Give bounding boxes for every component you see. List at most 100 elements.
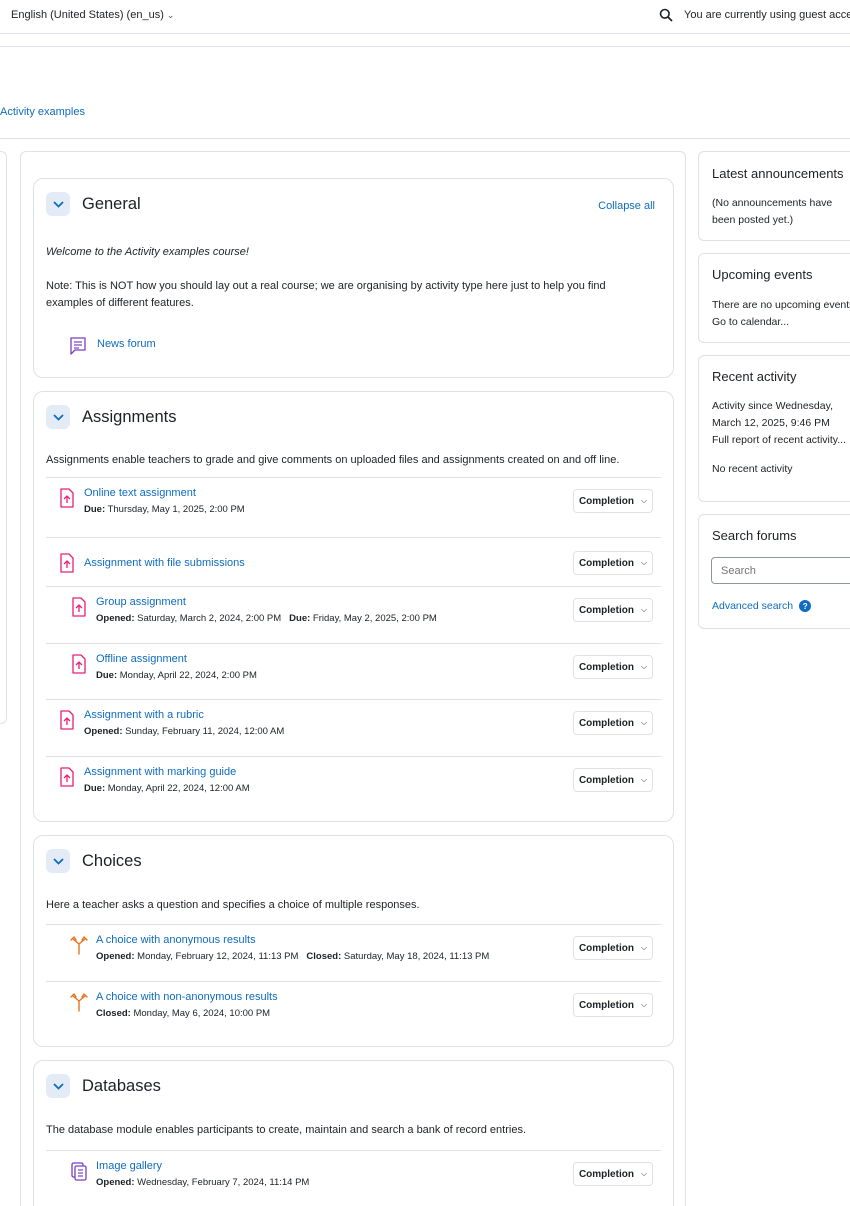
forum-icon — [70, 337, 86, 355]
activity-offline-assignment: Offline assignment Due: Monday, April 22… — [46, 643, 661, 700]
activity-dates: Due: Monday, April 22, 2024, 12:00 AM — [84, 783, 250, 794]
assignment-icon — [72, 597, 86, 617]
recent-since-text: Activity since Wednesday, March 12, 2025… — [712, 400, 833, 429]
breadcrumb-course-link[interactable]: Activity examples — [0, 106, 85, 118]
header-divider — [0, 46, 850, 47]
activity-dates: Due: Thursday, May 1, 2025, 2:00 PM — [84, 504, 245, 515]
activity-dates: Opened: Saturday, March 2, 2024, 2:00 PM… — [96, 613, 437, 624]
chevron-down-icon: ⌵ — [640, 1000, 648, 1009]
completion-dropdown[interactable]: Completion ⌵ — [573, 598, 653, 622]
guest-access-notice: You are currently using guest access — [684, 9, 850, 21]
activity-link[interactable]: News forum — [97, 338, 156, 350]
activity-assignment-marking-guide: Assignment with marking guide Due: Monda… — [46, 756, 661, 813]
activity-link[interactable]: A choice with non-anonymous results — [96, 991, 278, 1003]
activity-dates: Due: Monday, April 22, 2024, 2:00 PM — [96, 670, 257, 681]
activity-link[interactable]: Assignment with marking guide — [84, 766, 236, 778]
section-title: Databases — [82, 1076, 161, 1095]
section-summary: Assignments enable teachers to grade and… — [46, 454, 620, 466]
assignment-icon — [60, 553, 74, 573]
collapse-all-link[interactable]: Collapse all — [598, 200, 655, 212]
block-title: Latest announcements — [712, 166, 844, 181]
section-choices: Choices Here a teacher asks a question a… — [33, 835, 674, 1047]
block-recent-activity: Recent activity Activity since Wednesday… — [698, 355, 850, 502]
block-title: Upcoming events — [712, 267, 813, 282]
chevron-down-icon: ⌵ — [640, 1169, 648, 1178]
block-search-forums: Search forums Advanced search? — [698, 514, 850, 629]
activity-link[interactable]: Assignment with a rubric — [84, 709, 204, 721]
completion-dropdown[interactable]: Completion ⌵ — [573, 936, 653, 960]
activity-choice-anonymous: A choice with anonymous results Opened: … — [46, 924, 661, 981]
chevron-down-icon: ⌵ — [640, 496, 648, 505]
completion-dropdown[interactable]: Completion ⌵ — [573, 711, 653, 735]
activity-news-forum: News forum — [46, 327, 661, 367]
completion-dropdown[interactable]: Completion ⌵ — [573, 993, 653, 1017]
section-assignments: Assignments Assignments enable teachers … — [33, 391, 674, 822]
language-menu[interactable]: English (United States) (en_us) ⌄ — [11, 9, 174, 21]
block-title: Search forums — [712, 528, 797, 543]
activity-link[interactable]: Image gallery — [96, 1160, 162, 1172]
assignment-icon — [60, 488, 74, 508]
block-latest-announcements: Latest announcements (No announcements h… — [698, 151, 850, 241]
section-title: General — [82, 194, 141, 213]
activity-group-assignment: Group assignment Opened: Saturday, March… — [46, 586, 661, 643]
advanced-search-row: Advanced search? — [712, 598, 812, 615]
section-toggle[interactable] — [46, 849, 70, 873]
completion-dropdown[interactable]: Completion ⌵ — [573, 1162, 653, 1186]
activity-dates: Closed: Monday, May 6, 2024, 10:00 PM — [96, 1008, 271, 1019]
activity-assignment-rubric: Assignment with a rubric Opened: Sunday,… — [46, 699, 661, 756]
section-toggle[interactable] — [46, 405, 70, 429]
full-report-link[interactable]: Full report of recent activity... — [712, 432, 846, 449]
activity-link[interactable]: Offline assignment — [96, 653, 187, 665]
help-icon[interactable]: ? — [799, 600, 812, 613]
search-icon[interactable] — [659, 8, 673, 22]
search-forums-input[interactable] — [711, 557, 850, 584]
chevron-down-icon — [52, 200, 64, 208]
section-toggle[interactable] — [46, 1074, 70, 1098]
completion-dropdown[interactable]: Completion ⌵ — [573, 655, 653, 679]
activity-link[interactable]: A choice with anonymous results — [96, 934, 256, 946]
activity-link[interactable]: Online text assignment — [84, 487, 196, 499]
section-title: Choices — [82, 851, 142, 870]
choice-icon — [70, 993, 88, 1012]
events-text: There are no upcoming events — [712, 299, 850, 311]
activity-online-text-assignment: Online text assignment Due: Thursday, Ma… — [46, 477, 661, 534]
activity-dates: Opened: Wednesday, February 7, 2024, 11:… — [96, 1177, 310, 1188]
section-databases: Databases The database module enables pa… — [33, 1060, 674, 1206]
course-index-drawer[interactable] — [0, 151, 7, 724]
block-title: Recent activity — [712, 369, 797, 384]
chevron-down-icon: ⌵ — [640, 662, 648, 671]
choice-icon — [70, 936, 88, 955]
activity-image-gallery: Image gallery Opened: Wednesday, Februar… — [46, 1150, 661, 1206]
assignment-icon — [72, 654, 86, 674]
chevron-down-icon — [52, 1082, 64, 1090]
announcements-text: (No announcements have been posted yet.) — [712, 197, 833, 226]
completion-dropdown[interactable]: Completion ⌵ — [573, 489, 653, 513]
go-to-calendar-link[interactable]: Go to calendar... — [712, 314, 789, 331]
section-title: Assignments — [82, 407, 177, 426]
activity-dates: Opened: Sunday, February 11, 2024, 12:00… — [84, 726, 285, 737]
no-recent-activity-text: No recent activity — [712, 463, 793, 475]
activity-link[interactable]: Assignment with file submissions — [84, 557, 245, 569]
chevron-down-icon: ⌵ — [640, 775, 648, 784]
database-icon — [71, 1162, 87, 1181]
course-content: General Collapse all Welcome to the Acti… — [20, 151, 686, 1206]
chevron-down-icon — [52, 413, 64, 421]
chevron-down-icon: ⌵ — [640, 943, 648, 952]
activity-dates: Opened: Monday, February 12, 2024, 11:13… — [96, 951, 490, 962]
section-note: Note: This is NOT how you should lay out… — [46, 280, 606, 309]
block-upcoming-events: Upcoming events There are no upcoming ev… — [698, 253, 850, 343]
top-navbar: English (United States) (en_us) ⌄ You ar… — [0, 0, 850, 34]
section-toggle[interactable] — [46, 192, 70, 216]
section-welcome: Welcome to the Activity examples course! — [46, 246, 249, 258]
activity-link[interactable]: Group assignment — [96, 596, 186, 608]
assignment-icon — [60, 767, 74, 787]
advanced-search-link[interactable]: Advanced search — [712, 600, 793, 612]
completion-dropdown[interactable]: Completion ⌵ — [573, 551, 653, 575]
activity-choice-non-anonymous: A choice with non-anonymous results Clos… — [46, 981, 661, 1038]
activity-assignment-file-submissions: Assignment with file submissions Complet… — [46, 537, 661, 586]
chevron-down-icon: ⌵ — [640, 558, 648, 567]
chevron-down-icon: ⌵ — [640, 605, 648, 614]
assignment-icon — [60, 710, 74, 730]
completion-dropdown[interactable]: Completion ⌵ — [573, 768, 653, 792]
chevron-down-icon: ⌵ — [640, 718, 648, 727]
